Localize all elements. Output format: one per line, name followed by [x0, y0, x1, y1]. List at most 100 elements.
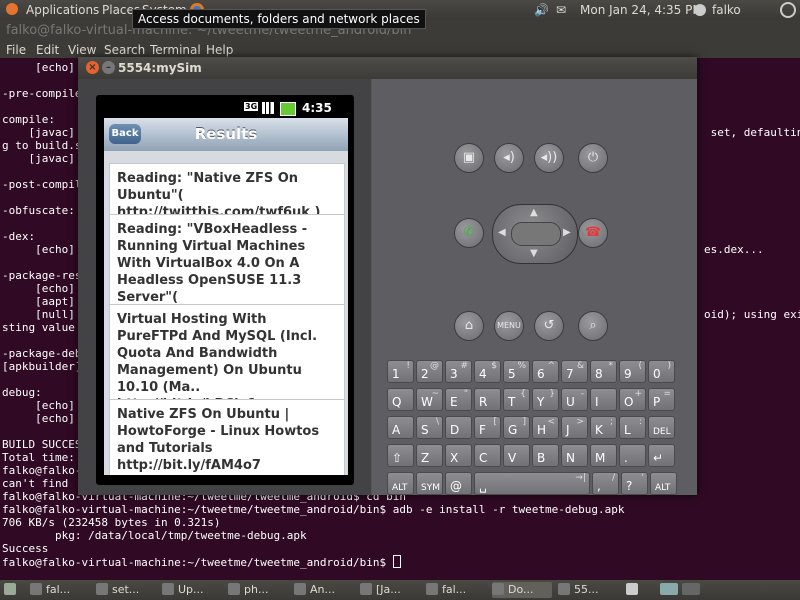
key-sym44[interactable]: , / — [592, 472, 619, 495]
clock[interactable]: Mon Jan 24, 4:35 PM — [580, 3, 703, 17]
key-alt[interactable]: ALT — [650, 472, 677, 495]
menu-view[interactable]: View — [68, 43, 96, 57]
key-u[interactable]: U- — [561, 388, 588, 411]
key-d[interactable]: D — [445, 416, 472, 439]
taskbar-item[interactable]: [Ja... — [360, 582, 420, 598]
taskbar-item[interactable]: set... — [96, 582, 156, 598]
volume-down-icon[interactable]: ◂) — [494, 143, 524, 173]
search-icon[interactable]: ⌕ — [578, 311, 608, 341]
home-icon[interactable]: ⌂ — [454, 311, 484, 341]
key-p[interactable]: P = — [648, 388, 675, 411]
emulator-title: 5554:mySim — [118, 61, 202, 75]
workspace-switcher[interactable] — [660, 582, 704, 598]
close-icon[interactable]: × — [86, 61, 99, 74]
key-n[interactable]: N — [561, 444, 588, 467]
power-icon[interactable] — [780, 2, 796, 18]
key-label: G — [508, 423, 518, 437]
key-sym30[interactable]: ⇧ — [387, 444, 414, 467]
trash-icon[interactable] — [626, 582, 640, 598]
key-2[interactable]: 2 @ — [416, 360, 443, 383]
key-e[interactable]: E " — [445, 388, 472, 411]
volume-up-icon[interactable]: ◂)) — [534, 143, 564, 173]
key-6[interactable]: 6 ^ — [532, 360, 559, 383]
key-sym43[interactable]: ␣ →| — [474, 472, 590, 495]
user-status-icon[interactable] — [694, 4, 706, 16]
show-desktop-icon[interactable] — [4, 582, 22, 598]
dpad-down-icon[interactable]: ▼ — [530, 248, 538, 259]
key-sym38[interactable]: . — [619, 444, 646, 467]
menu-search[interactable]: Search — [104, 43, 145, 57]
key-b[interactable]: B — [532, 444, 559, 467]
key-h[interactable]: H < — [532, 416, 559, 439]
key-1[interactable]: 1! — [387, 360, 414, 383]
key-z[interactable]: Z — [416, 444, 443, 467]
key-f[interactable]: F[ — [474, 416, 501, 439]
taskbar-item[interactable]: Up... — [162, 582, 222, 598]
key-x[interactable]: X — [445, 444, 472, 467]
result-text: Native ZFS On Ubuntu | HowtoForge - Linu… — [117, 407, 320, 473]
key-4[interactable]: 4 $ — [474, 360, 501, 383]
power-button-icon[interactable]: ⏻ — [578, 143, 608, 173]
end-call-icon[interactable]: ☎ — [578, 218, 608, 248]
taskbar-item[interactable]: Do... — [492, 582, 552, 598]
menu-edit[interactable]: Edit — [36, 43, 59, 57]
taskbar-item[interactable]: An... — [294, 582, 354, 598]
taskbar-item[interactable]: fal... — [30, 582, 90, 598]
back-arrow-icon[interactable]: ↺ — [534, 311, 564, 341]
key-m[interactable]: M — [590, 444, 617, 467]
key-k[interactable]: K; — [590, 416, 617, 439]
key-sym[interactable]: SYM — [416, 472, 443, 495]
dpad-left-icon[interactable]: ◀ — [498, 227, 506, 238]
applications-menu[interactable]: Applications — [26, 3, 99, 17]
volume-icon[interactable]: 🔊 — [534, 3, 549, 17]
key-sym45[interactable]: ? ' — [621, 472, 648, 495]
key-0[interactable]: 0) — [648, 360, 675, 383]
call-icon[interactable]: ✆ — [454, 218, 484, 248]
menu-file[interactable]: File — [6, 43, 26, 57]
menu-help[interactable]: Help — [206, 43, 233, 57]
key-o[interactable]: O + — [619, 388, 646, 411]
android-icon — [558, 583, 570, 595]
key-sym42[interactable]: @ — [445, 472, 472, 495]
key-l[interactable]: L: — [619, 416, 646, 439]
emulator-titlebar[interactable]: × – 5554:mySim — [78, 57, 697, 79]
taskbar-item[interactable]: 55... — [558, 582, 618, 598]
key-alt[interactable]: ALT — [387, 472, 414, 495]
taskbar-item[interactable]: fal... — [426, 582, 486, 598]
key-j[interactable]: J > — [561, 416, 588, 439]
taskbar-item[interactable]: ph... — [228, 582, 288, 598]
key-t[interactable]: T{ — [503, 388, 530, 411]
key-q[interactable]: Q — [387, 388, 414, 411]
ubuntu-logo-icon[interactable] — [6, 3, 18, 15]
key-i[interactable]: I — [590, 388, 617, 411]
key-8[interactable]: 8 * — [590, 360, 617, 383]
user-name[interactable]: falko — [712, 3, 741, 17]
key-del[interactable]: DEL — [648, 416, 675, 439]
key-label: ␣ — [479, 479, 487, 493]
minimize-icon[interactable]: – — [102, 61, 115, 74]
key-a[interactable]: A — [387, 416, 414, 439]
key-3[interactable]: 3 # — [445, 360, 472, 383]
key-y[interactable]: Y} — [532, 388, 559, 411]
dpad[interactable]: ▲ ▼ ◀ ▶ — [492, 204, 578, 264]
dpad-right-icon[interactable]: ▶ — [563, 227, 571, 238]
key-r[interactable]: R — [474, 388, 501, 411]
key-sym39[interactable]: ↵ — [648, 444, 675, 467]
key-label: C — [479, 451, 488, 465]
camera-icon[interactable]: ▣ — [454, 143, 484, 173]
dpad-up-icon[interactable]: ▲ — [530, 207, 538, 218]
key-v[interactable]: V — [503, 444, 530, 467]
key-w[interactable]: W ~ — [416, 388, 443, 411]
key-9[interactable]: 9( — [619, 360, 646, 383]
list-item[interactable]: Native ZFS On Ubuntu | HowtoForge - Linu… — [109, 399, 345, 475]
key-5[interactable]: 5% — [503, 360, 530, 383]
key-g[interactable]: G] — [503, 416, 530, 439]
key-7[interactable]: 7 & — [561, 360, 588, 383]
results-list[interactable]: Reading: "Native ZFS On Ubuntu"( http://… — [104, 151, 348, 475]
dpad-center-button[interactable] — [511, 222, 561, 246]
key-c[interactable]: C — [474, 444, 501, 467]
key-s[interactable]: S \ — [416, 416, 443, 439]
menu-button[interactable]: MENU — [494, 311, 524, 341]
menu-terminal[interactable]: Terminal — [150, 43, 201, 57]
mail-icon[interactable]: ✉ — [556, 3, 566, 17]
